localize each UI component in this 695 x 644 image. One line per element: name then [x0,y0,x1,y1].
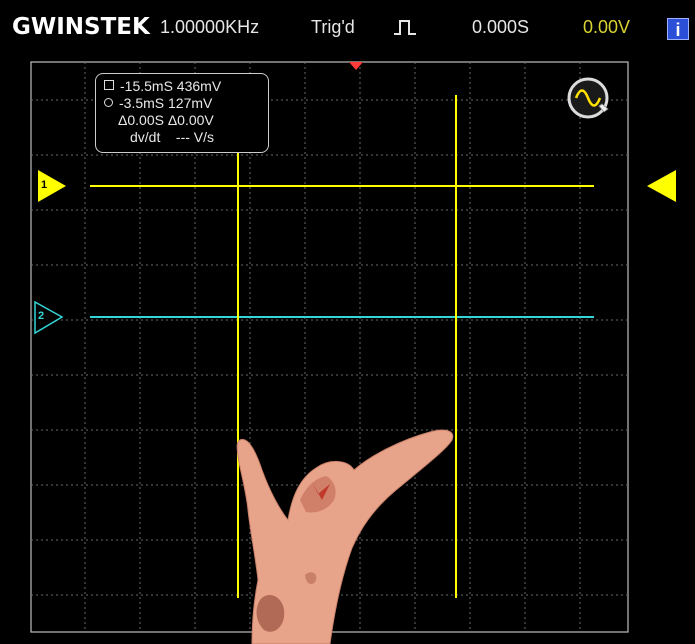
sine-wave-icon [567,77,609,119]
channel-2-label: 2 [38,310,45,322]
channel-1-label: 1 [41,179,48,191]
square-marker-icon [104,80,114,90]
trigger-position-marker[interactable] [349,62,363,70]
slope-value: --- V/s [175,129,215,145]
trigger-level-marker[interactable] [647,170,676,202]
cursor-2-readout: -3.5mS 127mV [104,95,212,112]
waveform-button[interactable] [566,76,612,122]
circle-marker-icon [104,98,113,107]
cursor-readout-panel: -15.5mS 436mV -3.5mS 127mV Δ0.00S Δ0.00V… [95,73,269,153]
cursor-1-readout: -15.5mS 436mV [104,78,221,95]
slope-readout: dv/dt --- V/s [130,129,214,146]
slope-label: dv/dt [130,129,161,145]
pointing-hand-illustration [236,429,454,644]
delta-readout: Δ0.00S Δ0.00V [118,112,214,128]
